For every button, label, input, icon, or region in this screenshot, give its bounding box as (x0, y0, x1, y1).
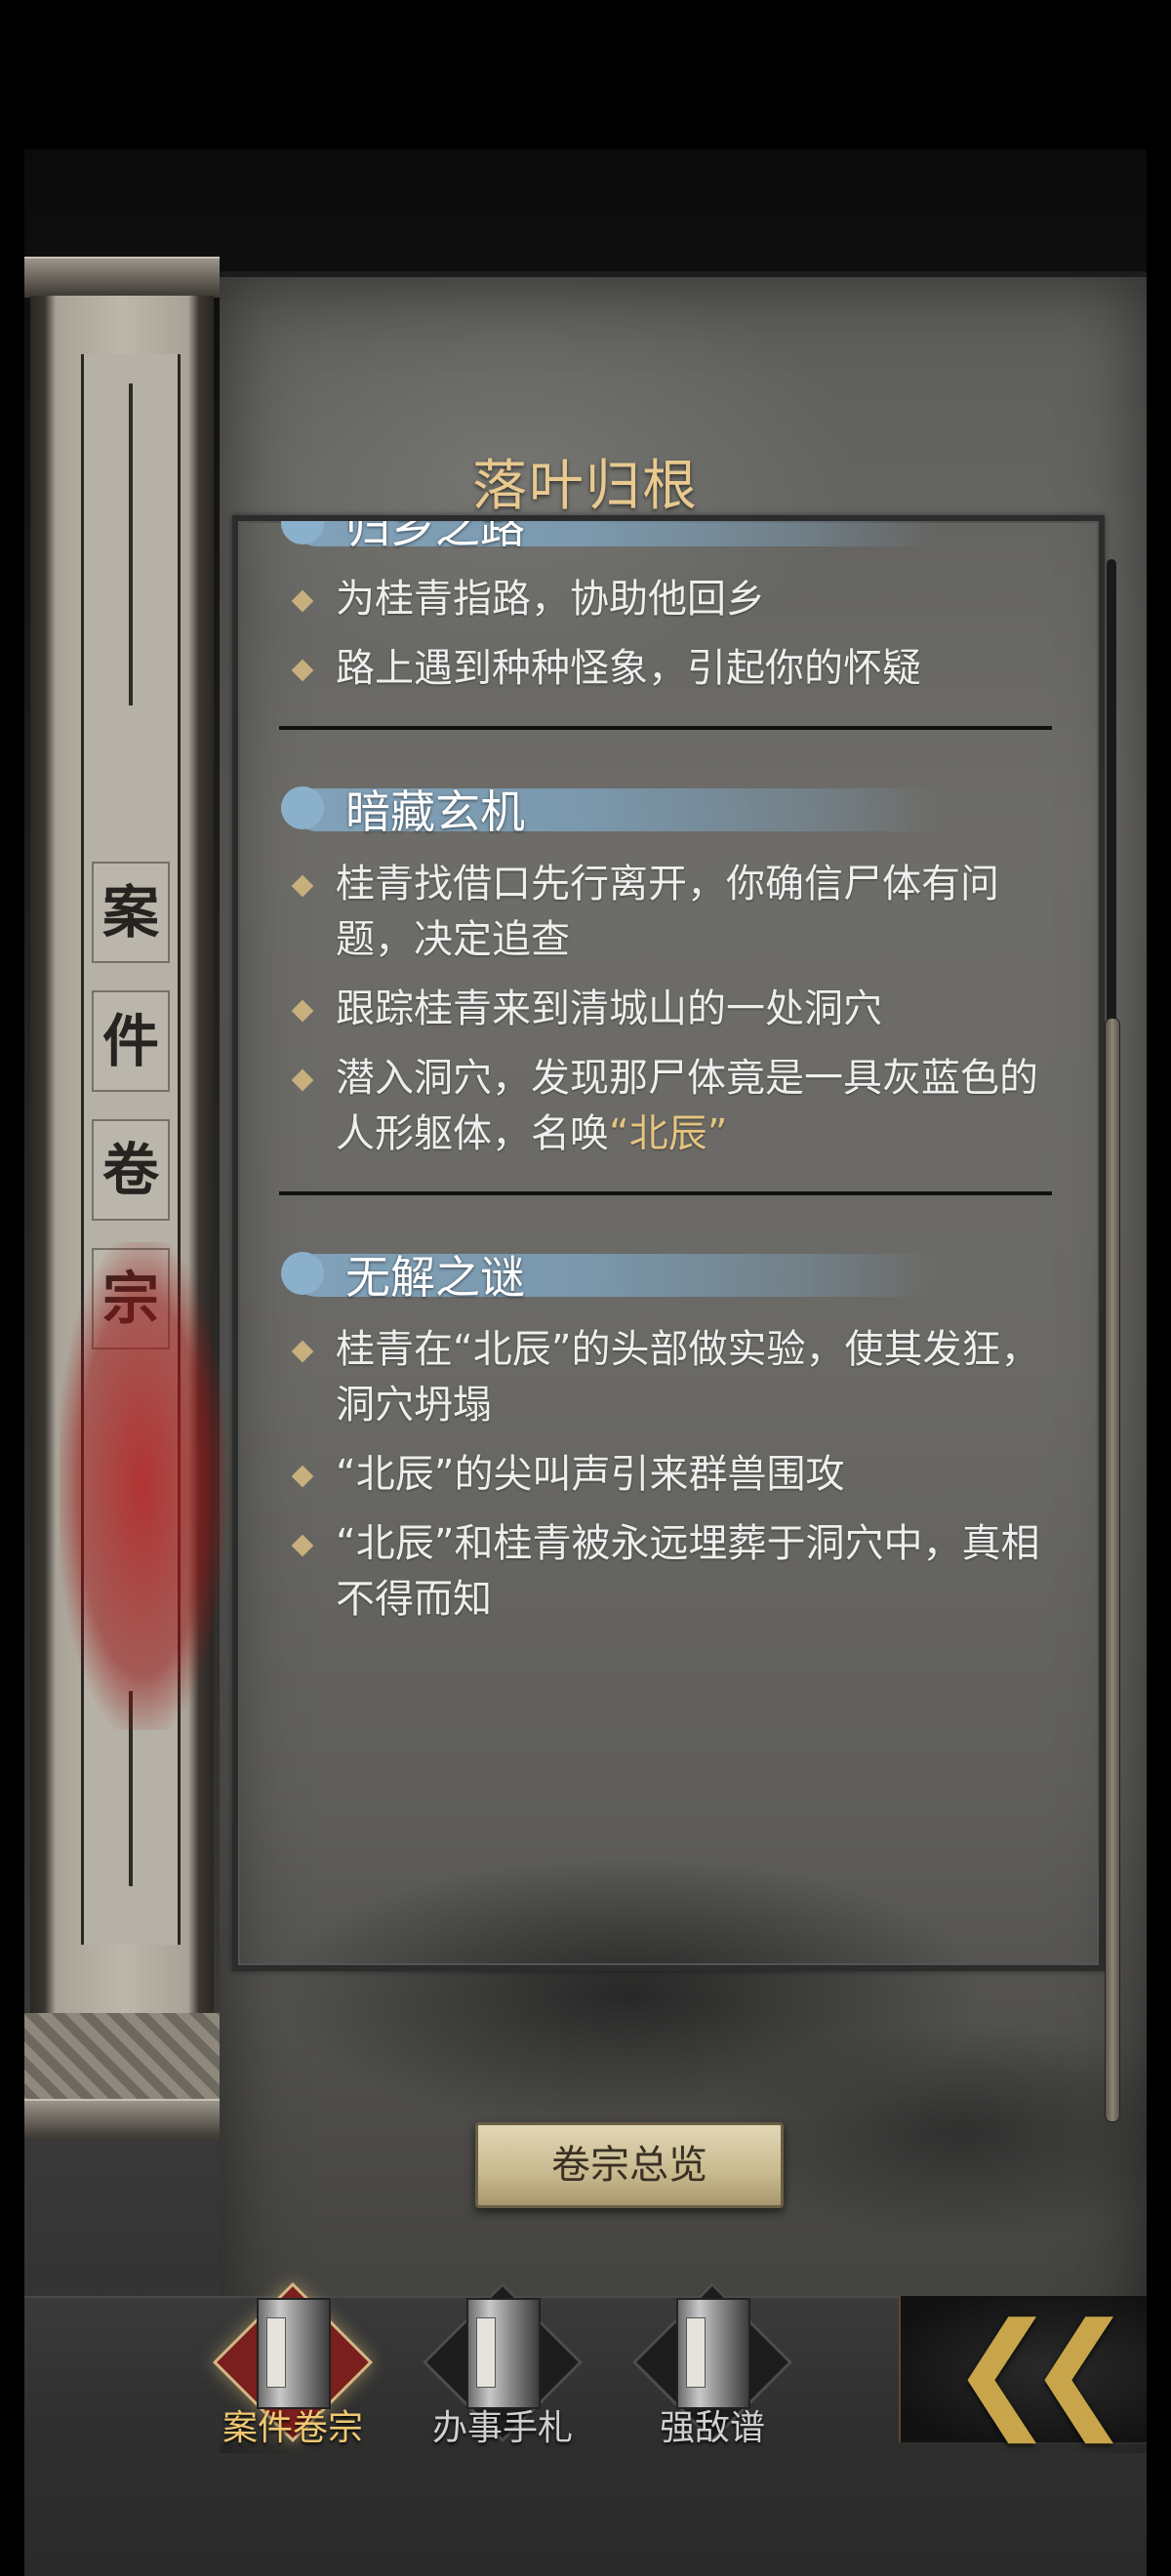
bullet-text: 路上遇到种种怪象，引起你的怀疑 (336, 646, 921, 691)
enemy-register-icon (676, 2298, 750, 2409)
case-overview-button[interactable]: 卷宗总览 (475, 2122, 784, 2208)
bullet-item: 为桂青指路，协助他回乡 (287, 572, 1070, 627)
handbook-icon (466, 2298, 541, 2409)
case-scroll-decoration: 案 件 卷 宗 (24, 257, 225, 2140)
bullet-item: “北辰”和桂青被永远埋葬于洞穴中，真相不得而知 (287, 1516, 1070, 1628)
ink-dot-icon (281, 786, 324, 829)
tab-label: 办事手札 (431, 2408, 573, 2448)
game-screen: 落叶归根 案 件 卷 宗 归乡之路 (24, 149, 1147, 2576)
bullet-list: 桂青找借口先行离开，你确信尸体有问题，决定追查 跟踪桂青来到清城山的一处洞穴 潜… (287, 857, 1070, 1162)
diamond-bullet-icon (291, 589, 314, 613)
bullet-list: 为桂青指路，协助他回乡 路上遇到种种怪象，引起你的怀疑 (287, 572, 1070, 697)
bullet-text: 桂青在“北辰”的头部做实验，使其发狂，洞穴坍塌 (336, 1327, 1040, 1428)
section-return-home: 归乡之路 为桂青指路，协助他回乡 路上遇到种种怪象，引起你的怀疑 (238, 515, 1099, 697)
bullet-item: 桂青在“北辰”的头部做实验，使其发狂，洞穴坍塌 (287, 1322, 1070, 1433)
scroll-ink-line (129, 383, 133, 705)
tab-label: 强敌谱 (659, 2408, 765, 2448)
case-content[interactable]: 归乡之路 为桂青指路，协助他回乡 路上遇到种种怪象，引起你的怀疑 暗藏玄机 桂青… (232, 515, 1105, 1971)
section-header: 无解之谜 (281, 1236, 1070, 1314)
diamond-bullet-icon (291, 1068, 314, 1092)
section-header: 暗藏玄机 (281, 771, 1070, 849)
tab-enemy-register[interactable]: 强敌谱 (620, 2281, 805, 2448)
tab-label: 案件卷宗 (222, 2408, 363, 2448)
scroll-char: 卷 (92, 1119, 170, 1221)
diamond-bullet-icon (291, 874, 314, 898)
diamond-bullet-icon (291, 1340, 314, 1363)
ink-dot-icon (281, 1252, 324, 1295)
scroll-cap-bottom (24, 2099, 220, 2140)
section-title: 无解之谜 (345, 1251, 525, 1304)
diamond-bullet-icon (291, 1534, 314, 1557)
section-divider (279, 1191, 1052, 1195)
bullet-text: 桂青找借口先行离开，你确信尸体有问题，决定追查 (336, 862, 999, 962)
bullet-item: 路上遇到种种怪象，引起你的怀疑 (287, 641, 1070, 697)
bullet-text: 为桂青指路，协助他回乡 (336, 577, 765, 622)
bullet-text: “北辰”和桂青被永远埋葬于洞穴中，真相不得而知 (336, 1521, 1040, 1622)
diamond-bullet-icon (291, 1465, 314, 1488)
case-file-book-icon (257, 2298, 331, 2409)
section-hidden-secret: 暗藏玄机 桂青找借口先行离开，你确信尸体有问题，决定追查 跟踪桂青来到清城山的一… (238, 771, 1099, 1162)
section-unsolved-mystery: 无解之谜 桂青在“北辰”的头部做实验，使其发狂，洞穴坍塌 “北辰”的尖叫声引来群… (238, 1236, 1099, 1628)
bullet-item: 潜入洞穴，发现那尸体竟是一具灰蓝色的人形躯体，名唤“北辰” (287, 1051, 1070, 1162)
back-button[interactable]: ❮❮ (899, 2296, 1147, 2442)
scroll-pattern (24, 2013, 220, 2111)
bullet-item: “北辰”的尖叫声引来群兽围攻 (287, 1447, 1070, 1503)
bullet-list: 桂青在“北辰”的头部做实验，使其发狂，洞穴坍塌 “北辰”的尖叫声引来群兽围攻 “… (287, 1322, 1070, 1628)
scroll-char: 件 (92, 990, 170, 1092)
scrollbar-thumb[interactable] (1105, 1018, 1120, 2122)
double-chevron-left-icon: ❮❮ (949, 2295, 1133, 2443)
diamond-bullet-icon (291, 999, 314, 1023)
diamond-bullet-icon (291, 659, 314, 682)
bullet-text: “北辰”的尖叫声引来群兽围攻 (336, 1452, 845, 1497)
highlighted-name: “北辰” (609, 1111, 728, 1156)
tab-case-files[interactable]: 案件卷宗 (200, 2281, 385, 2448)
scroll-body: 案 件 卷 宗 (30, 296, 225, 2013)
bullet-item: 跟踪桂青来到清城山的一处洞穴 (287, 982, 1070, 1037)
tab-handbook[interactable]: 办事手札 (410, 2281, 595, 2448)
red-seal-stamp (60, 1242, 225, 1730)
bullet-text: 跟踪桂青来到清城山的一处洞穴 (336, 986, 882, 1031)
section-title: 暗藏玄机 (345, 785, 525, 838)
scroll-char: 案 (92, 862, 170, 963)
section-title: 归乡之路 (345, 515, 525, 553)
section-divider (279, 726, 1052, 730)
bullet-item: 桂青找借口先行离开，你确信尸体有问题，决定追查 (287, 857, 1070, 968)
scroll-cap-top (24, 257, 220, 298)
section-header: 归乡之路 (281, 515, 1070, 564)
